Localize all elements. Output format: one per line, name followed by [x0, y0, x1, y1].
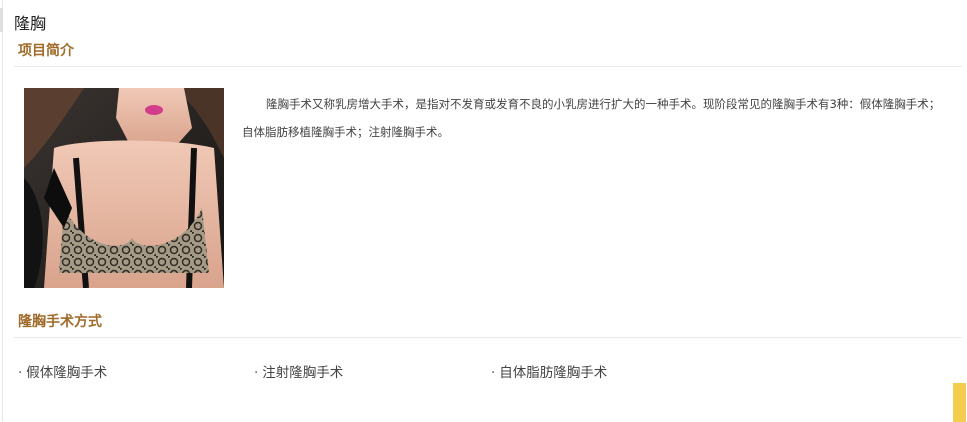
method-link-fat-transfer[interactable]: · 自体脂肪隆胸手术	[491, 363, 607, 383]
method-label: 假体隆胸手术	[26, 365, 108, 381]
photo-illustration	[24, 88, 224, 288]
method-label: 注射隆胸手术	[262, 365, 344, 381]
floating-side-tab[interactable]	[953, 383, 966, 422]
method-label: 自体脂肪隆胸手术	[499, 365, 608, 381]
left-border-tab	[0, 8, 3, 32]
bullet-icon: ·	[491, 365, 496, 381]
bullet-icon: ·	[254, 365, 259, 381]
intro-paragraph: 隆胸手术又称乳房增大手术，是指对不发育或发育不良的小乳房进行扩大的一种手术。现阶…	[242, 97, 941, 139]
intro-heading: 项目简介	[18, 43, 74, 59]
methods-heading: 隆胸手术方式	[18, 314, 102, 330]
page-title: 隆胸	[14, 14, 47, 33]
divider	[14, 337, 962, 338]
page: 隆胸 项目简介 隆胸手术又称乳房增大手术，是指对不发育或发育不良的小乳房进行扩大…	[0, 0, 967, 422]
method-link-implant[interactable]: · 假体隆胸手术	[18, 363, 107, 383]
method-link-injection[interactable]: · 注射隆胸手术	[254, 363, 343, 383]
methods-list: · 假体隆胸手术 · 注射隆胸手术 · 自体脂肪隆胸手术	[18, 363, 718, 385]
left-border	[2, 0, 3, 422]
bullet-icon: ·	[18, 365, 23, 381]
divider	[14, 66, 962, 67]
product-photo	[24, 88, 224, 288]
